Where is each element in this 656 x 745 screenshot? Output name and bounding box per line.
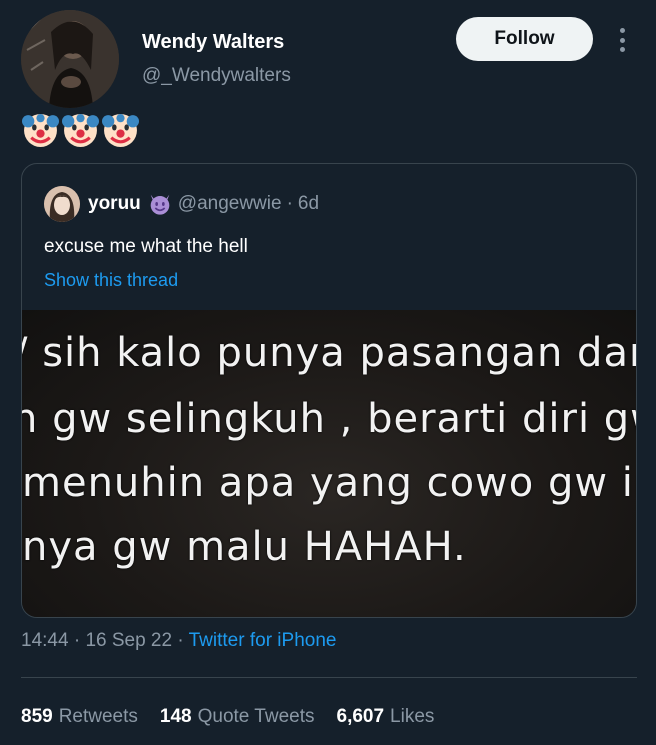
avatar-photo bbox=[21, 10, 119, 108]
media-text-line: menuhin apa yang cowo gw ir bbox=[22, 460, 637, 506]
quoted-tweet-header: yoruu @angewwie · 6d bbox=[88, 192, 319, 216]
retweets-stat[interactable]: 859 Retweets bbox=[21, 706, 138, 728]
clown-face-icon bbox=[62, 114, 99, 147]
likes-label: Likes bbox=[390, 706, 435, 727]
tweet-text bbox=[22, 112, 139, 149]
author-avatar[interactable] bbox=[21, 10, 119, 108]
clown-face-icon bbox=[102, 114, 139, 147]
retweets-count: 859 bbox=[21, 706, 53, 727]
author-display-name[interactable]: Wendy Walters bbox=[142, 31, 284, 54]
quote-tweets-count: 148 bbox=[159, 706, 192, 727]
tweet-meta: 14:44 · 16 Sep 22 · Twitter for iPhone bbox=[21, 630, 336, 652]
quoted-tweet-media[interactable]: / sih kalo punya pasangan dar n gw selin… bbox=[22, 310, 637, 617]
tweet-stats: 859 Retweets 148 Quote Tweets 6,607 Likes bbox=[21, 706, 456, 728]
follow-button[interactable]: Follow bbox=[456, 17, 593, 61]
quoted-tweet-text: excuse me what the hell bbox=[44, 236, 248, 257]
quoted-tweet-age[interactable]: 6d bbox=[298, 193, 319, 215]
more-dot bbox=[619, 28, 625, 33]
smiling-devil-icon bbox=[150, 194, 170, 215]
show-thread-link[interactable]: Show this thread bbox=[44, 270, 178, 291]
more-dot bbox=[619, 37, 625, 43]
clown-face-icon bbox=[22, 114, 59, 147]
separator-dot: · bbox=[73, 630, 81, 651]
divider bbox=[21, 677, 637, 678]
quote-tweets-label: Quote Tweets bbox=[197, 706, 315, 727]
separator-dot: · bbox=[177, 630, 184, 651]
media-text-line: n gw selingkuh , berarti diri gw bbox=[22, 396, 637, 442]
quote-tweets-stat[interactable]: 148 Quote Tweets bbox=[160, 706, 315, 728]
separator-dot: · bbox=[286, 193, 293, 214]
retweets-label: Retweets bbox=[58, 706, 138, 727]
tweet-date[interactable]: 16 Sep 22 bbox=[85, 630, 172, 651]
likes-count: 6,607 bbox=[336, 706, 385, 727]
likes-stat[interactable]: 6,607 Likes bbox=[337, 706, 435, 728]
quoted-author-handle[interactable]: @angewwie bbox=[178, 193, 282, 215]
media-text-line: nya gw malu HAHAH. bbox=[22, 524, 467, 570]
more-dot bbox=[619, 47, 625, 52]
quoted-avatar-photo bbox=[44, 186, 80, 222]
more-vertical-icon[interactable] bbox=[612, 26, 632, 54]
author-handle[interactable]: @_Wendywalters bbox=[142, 65, 291, 87]
tweet-source-link[interactable]: Twitter for iPhone bbox=[189, 630, 337, 651]
tweet-detail: Wendy Walters @_Wendywalters Follow yoru… bbox=[0, 0, 656, 745]
media-text-line: / sih kalo punya pasangan dar bbox=[22, 330, 637, 376]
quoted-author-avatar[interactable] bbox=[44, 186, 80, 222]
quoted-tweet-card[interactable]: yoruu @angewwie · 6d excuse me what the … bbox=[21, 163, 637, 618]
tweet-time[interactable]: 14:44 bbox=[21, 630, 69, 651]
quoted-author-name[interactable]: yoruu bbox=[88, 193, 141, 215]
